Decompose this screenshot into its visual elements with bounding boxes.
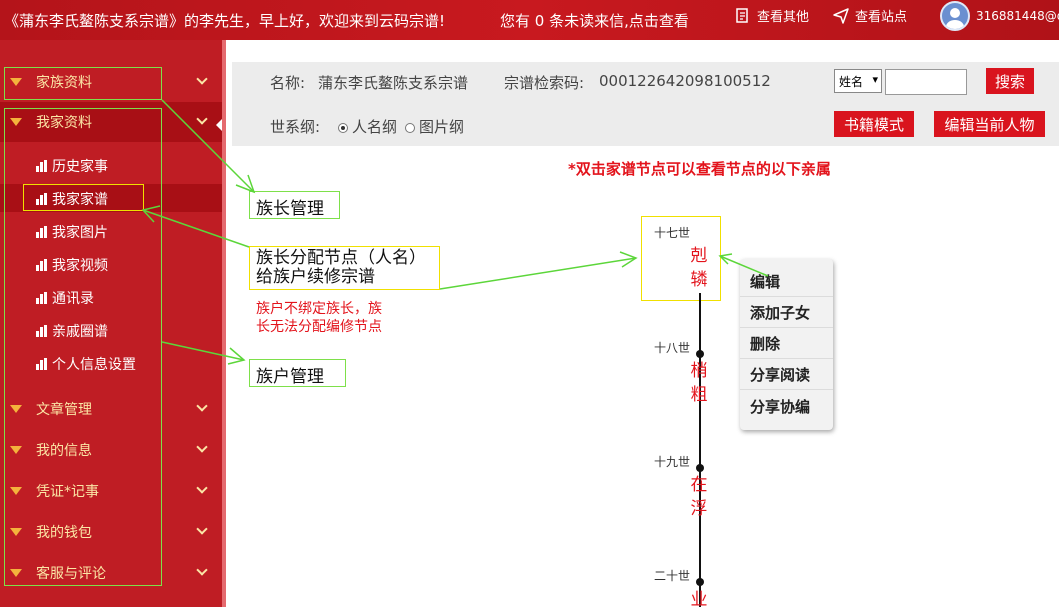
- search-input[interactable]: [885, 69, 967, 95]
- tree-node-person[interactable]: 剋 辚: [689, 244, 709, 292]
- generation-label: 十七世: [654, 226, 691, 240]
- tree-node-person[interactable]: 业: [689, 588, 709, 607]
- annotation-highlight-family-tree-item: [23, 184, 144, 211]
- annotation-line: 长无法分配编修节点: [256, 319, 382, 335]
- user-menu[interactable]: 316881448@q: [940, 0, 1059, 32]
- chevron-down-icon: [196, 482, 208, 494]
- tree-hint-text: *双击家谱节点可以查看节点的以下亲属: [568, 160, 831, 178]
- generation-label: 十九世: [654, 455, 691, 469]
- lineage-label: 世系纲:: [270, 118, 321, 136]
- view-site-label: 查看站点: [855, 10, 908, 25]
- annotation-household-mgmt: 族户管理: [249, 359, 346, 387]
- tree-node-dot: [696, 578, 704, 586]
- tree-node-person[interactable]: 在 浮: [689, 473, 709, 521]
- radio-person-label: 人名纲: [352, 118, 398, 136]
- search-button[interactable]: 搜索: [986, 68, 1034, 94]
- tree-node-dot: [696, 350, 704, 358]
- person-name-char: 浮: [690, 499, 708, 519]
- menu-item-add-child[interactable]: 添加子女: [740, 298, 833, 328]
- chevron-down-icon: [196, 564, 208, 576]
- menu-item-edit[interactable]: 编辑: [740, 267, 833, 297]
- chevron-down-icon: [196, 400, 208, 412]
- search-type-select[interactable]: 姓名: [834, 69, 882, 93]
- view-site-link[interactable]: 查看站点: [833, 6, 907, 25]
- code-value: 000122642098100512: [599, 72, 771, 90]
- node-context-menu: 编辑 添加子女 删除 分享阅读 分享协编: [740, 259, 833, 430]
- edit-current-person-button[interactable]: 编辑当前人物: [934, 111, 1045, 137]
- chevron-down-icon: [196, 523, 208, 535]
- person-name-char: 业: [690, 590, 708, 607]
- tree-connector-line: [699, 293, 701, 607]
- view-others-link[interactable]: 查看其他: [735, 6, 809, 25]
- top-bar: 《蒲东李氏鳌陈支系宗谱》的李先生，早上好，欢迎来到云码宗谱! 您有 0 条未读来…: [0, 0, 1059, 40]
- annotation-line: 族长分配节点（人名）: [256, 248, 426, 268]
- tree-node-person[interactable]: 梢 粗: [689, 359, 709, 407]
- person-name-char: 粗: [690, 385, 708, 405]
- unread-messages-link[interactable]: 您有 0 条未读来信,点击查看: [500, 10, 689, 31]
- greeting-text: 《蒲东李氏鳌陈支系宗谱》的李先生，早上好，欢迎来到云码宗谱!: [4, 12, 446, 30]
- annotation-highlight-family-info: [4, 67, 162, 100]
- avatar: [940, 1, 970, 31]
- generation-label: 十八世: [654, 341, 691, 355]
- person-name-char: 辚: [690, 270, 708, 290]
- person-name-char: 在: [690, 475, 708, 495]
- annotation-clan-leader-mgmt: 族长管理: [249, 191, 340, 219]
- document-icon: [736, 7, 748, 23]
- annotation-assign-nodes: 族长分配节点（人名） 给族户续修宗谱: [249, 246, 440, 290]
- radio-checked-icon: [338, 122, 348, 133]
- search-type-value: 姓名: [839, 74, 864, 89]
- radio-image-label: 图片纲: [419, 118, 465, 136]
- radio-unchecked-icon: [405, 122, 415, 133]
- menu-item-share-read[interactable]: 分享阅读: [740, 360, 833, 390]
- tree-node-dot: [696, 464, 704, 472]
- generation-label: 二十世: [654, 569, 691, 583]
- annotation-highlight-my-family: [4, 108, 162, 586]
- person-name-char: 剋: [690, 246, 708, 266]
- sidebar-scrollbar[interactable]: [222, 40, 226, 607]
- annotation-warning: 族户不绑定族长，族 长无法分配编修节点: [256, 300, 382, 336]
- view-others-label: 查看其他: [757, 10, 810, 25]
- code-label: 宗谱检索码:: [504, 74, 585, 92]
- radio-image-option[interactable]: 图片纲: [405, 116, 464, 137]
- radio-person-option[interactable]: 人名纲: [338, 116, 397, 137]
- menu-item-delete[interactable]: 删除: [740, 329, 833, 359]
- chevron-down-icon: [196, 441, 208, 453]
- book-mode-button[interactable]: 书籍模式: [834, 111, 914, 137]
- chevron-down-icon: [196, 113, 208, 125]
- menu-item-share-edit[interactable]: 分享协编: [740, 391, 833, 421]
- send-icon: [833, 7, 849, 24]
- name-value: 蒲东李氏鳌陈支系宗谱: [318, 74, 469, 92]
- person-name-char: 梢: [690, 361, 708, 381]
- annotation-line: 给族户续修宗谱: [256, 267, 375, 287]
- name-label: 名称:: [270, 74, 306, 92]
- annotation-line: 族户不绑定族长，族: [256, 301, 382, 317]
- chevron-down-icon: [196, 73, 208, 85]
- user-name: 316881448@q: [976, 9, 1059, 23]
